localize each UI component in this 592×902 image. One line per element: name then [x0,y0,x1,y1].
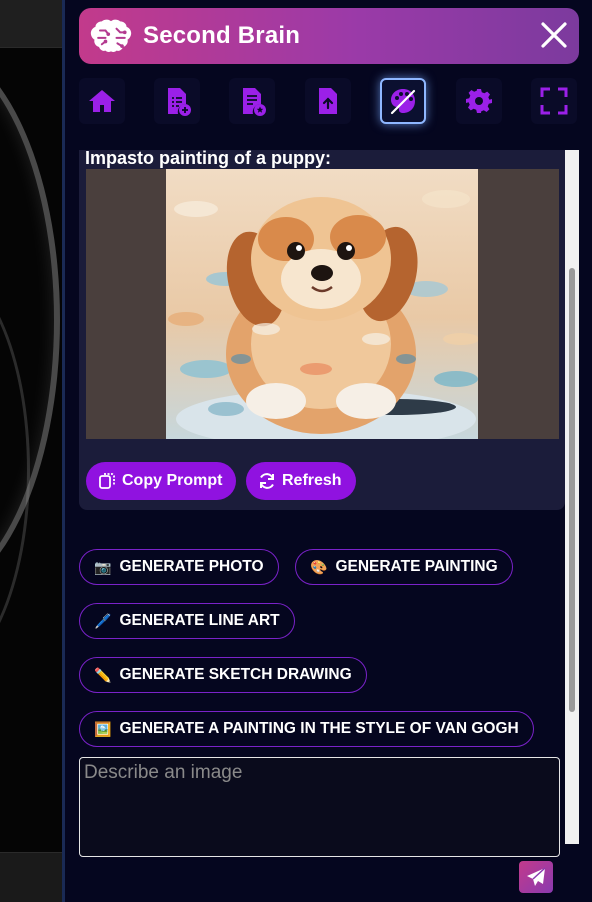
scrollbar-thumb[interactable] [569,268,575,712]
copy-prompt-label: Copy Prompt [122,472,223,489]
background-bottombar [0,852,66,902]
list-star-icon [243,88,266,116]
generate-van-gogh-button[interactable]: 🖼️ GENERATE A PAINTING IN THE STYLE OF V… [79,711,534,747]
palette-icon [390,89,416,115]
home-icon [89,90,115,112]
generate-van-gogh-label: GENERATE A PAINTING IN THE STYLE OF VAN … [119,720,519,737]
image-description-input[interactable] [79,757,560,857]
generate-photo-button[interactable]: 📷 GENERATE PHOTO [79,549,279,585]
upload-file-icon [319,88,337,114]
home-button[interactable] [79,78,125,124]
refresh-button[interactable]: Refresh [246,462,356,500]
generated-image [166,169,478,439]
generate-line-art-label: GENERATE LINE ART [119,612,280,629]
generate-sketch-label: GENERATE SKETCH DRAWING [119,666,352,683]
pencil-icon: ✏️ [94,666,112,683]
camera-icon: 📷 [94,558,112,575]
background-page [0,0,66,902]
send-icon [527,867,546,886]
side-panel: Second Brain Impasto painting of a puppy… [62,0,592,902]
add-document-icon [168,88,191,116]
framed-picture-icon: 🖼️ [94,720,112,737]
generate-sketch-button[interactable]: ✏️ GENERATE SKETCH DRAWING [79,657,367,693]
app-title: Second Brain [143,22,301,49]
send-button[interactable] [519,861,553,893]
prompt-title: Impasto painting of a puppy: [85,148,331,168]
generated-image-card: Impasto painting of a puppy: Copy Prompt… [79,148,565,510]
copy-prompt-button[interactable]: Copy Prompt [86,462,237,500]
panel-header: Second Brain [79,8,579,64]
refresh-label: Refresh [282,472,342,489]
image-generation-button[interactable] [380,78,426,124]
toolbar [79,78,579,126]
pen-icon: 🖊️ [94,612,112,629]
refresh-icon [260,473,274,489]
settings-icon [466,89,492,113]
close-icon[interactable] [539,20,569,50]
fullscreen-button[interactable] [531,78,577,124]
generate-painting-button[interactable]: 🎨 GENERATE PAINTING [295,549,513,585]
image-frame [86,169,559,439]
list-favorites-button[interactable] [229,78,275,124]
scrollbar[interactable] [565,150,579,844]
fullscreen-icon [540,87,568,115]
palette-emoji-icon: 🎨 [310,558,328,575]
upload-file-button[interactable] [305,78,351,124]
generate-photo-label: GENERATE PHOTO [119,558,264,575]
generate-line-art-button[interactable]: 🖊️ GENERATE LINE ART [79,603,295,639]
add-document-button[interactable] [154,78,200,124]
copy-icon [99,473,115,489]
brain-icon [90,19,132,53]
settings-button[interactable] [456,78,502,124]
background-topbar [0,0,66,48]
generate-painting-label: GENERATE PAINTING [335,558,498,575]
